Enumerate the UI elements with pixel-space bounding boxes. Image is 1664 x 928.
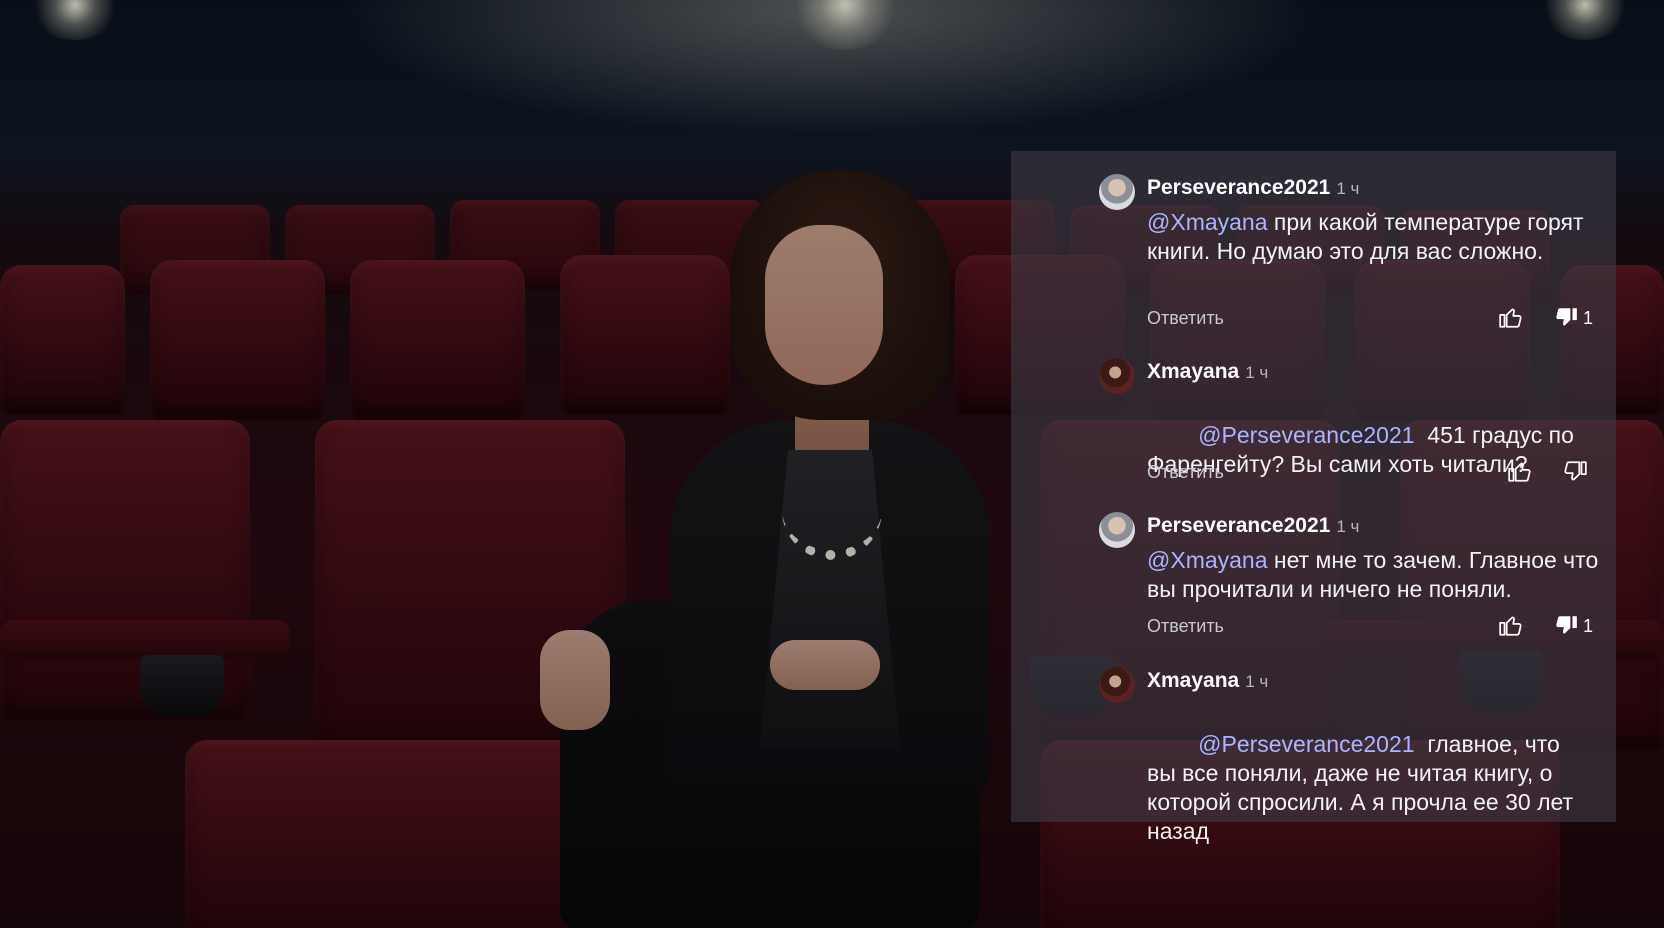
- reply-button[interactable]: Ответить: [1147, 462, 1224, 483]
- mention-link[interactable]: @Xmayana: [1147, 547, 1268, 573]
- mention-link[interactable]: @Perseverance2021: [1198, 422, 1414, 448]
- reply-button[interactable]: Ответить: [1147, 308, 1224, 329]
- comment-author[interactable]: Xmayana 1 ч: [1147, 669, 1268, 693]
- dislike-count: 1: [1583, 615, 1594, 636]
- comment-time: 1 ч: [1245, 363, 1269, 382]
- comment-author[interactable]: Perseverance2021 1 ч: [1147, 514, 1359, 538]
- comment-time: 1 ч: [1336, 179, 1360, 198]
- dislike-button[interactable]: [1562, 459, 1588, 485]
- thumbs-up-icon: [1508, 462, 1531, 482]
- dislike-button[interactable]: 1: [1553, 613, 1593, 639]
- mention-link[interactable]: @Xmayana: [1147, 209, 1268, 235]
- thumbs-down-icon: [1564, 461, 1587, 481]
- comment-text: @Xmayana при какой температуре горят кни…: [1147, 208, 1607, 266]
- user-avatar-man-icon[interactable]: [1099, 512, 1135, 548]
- author-name[interactable]: Xmayana: [1147, 669, 1239, 692]
- like-button[interactable]: [1498, 304, 1524, 330]
- author-name[interactable]: Perseverance2021: [1147, 176, 1330, 199]
- thumbs-down-icon: [1556, 308, 1577, 326]
- thumbs-down-icon: [1556, 616, 1577, 634]
- thumbs-up-icon: [1499, 616, 1522, 636]
- dislike-count: 1: [1583, 307, 1594, 328]
- comment-time: 1 ч: [1336, 517, 1360, 536]
- thumbs-up-icon: [1499, 308, 1522, 328]
- comment-author[interactable]: Perseverance2021 1 ч: [1147, 176, 1359, 200]
- reply-button[interactable]: Ответить: [1147, 616, 1224, 637]
- cinema-background-photo: Perseverance2021 1 ч @Xmayana при какой т…: [0, 0, 1664, 928]
- comments-panel: Perseverance2021 1 ч @Xmayana при какой т…: [1011, 151, 1616, 844]
- author-name[interactable]: Perseverance2021: [1147, 514, 1330, 537]
- mention-link[interactable]: @Perseverance2021: [1198, 731, 1414, 757]
- like-button[interactable]: [1507, 458, 1533, 484]
- comment-time: 1 ч: [1245, 672, 1269, 691]
- user-avatar-man-icon[interactable]: [1099, 174, 1135, 210]
- user-avatar-woman-icon[interactable]: [1099, 358, 1135, 394]
- comment-author[interactable]: Xmayana 1 ч: [1147, 360, 1268, 384]
- dislike-button[interactable]: 1: [1553, 305, 1593, 331]
- user-avatar-woman-icon[interactable]: [1099, 667, 1135, 703]
- comment-text: @Perseverance2021 451 градус по Фаренгей…: [1147, 392, 1607, 508]
- comment-text: @Xmayana нет мне то зачем. Главное что в…: [1147, 546, 1602, 604]
- author-name[interactable]: Xmayana: [1147, 360, 1239, 383]
- like-button[interactable]: [1498, 612, 1524, 638]
- comment-text: @Perseverance2021 главное, что вы все по…: [1147, 701, 1577, 875]
